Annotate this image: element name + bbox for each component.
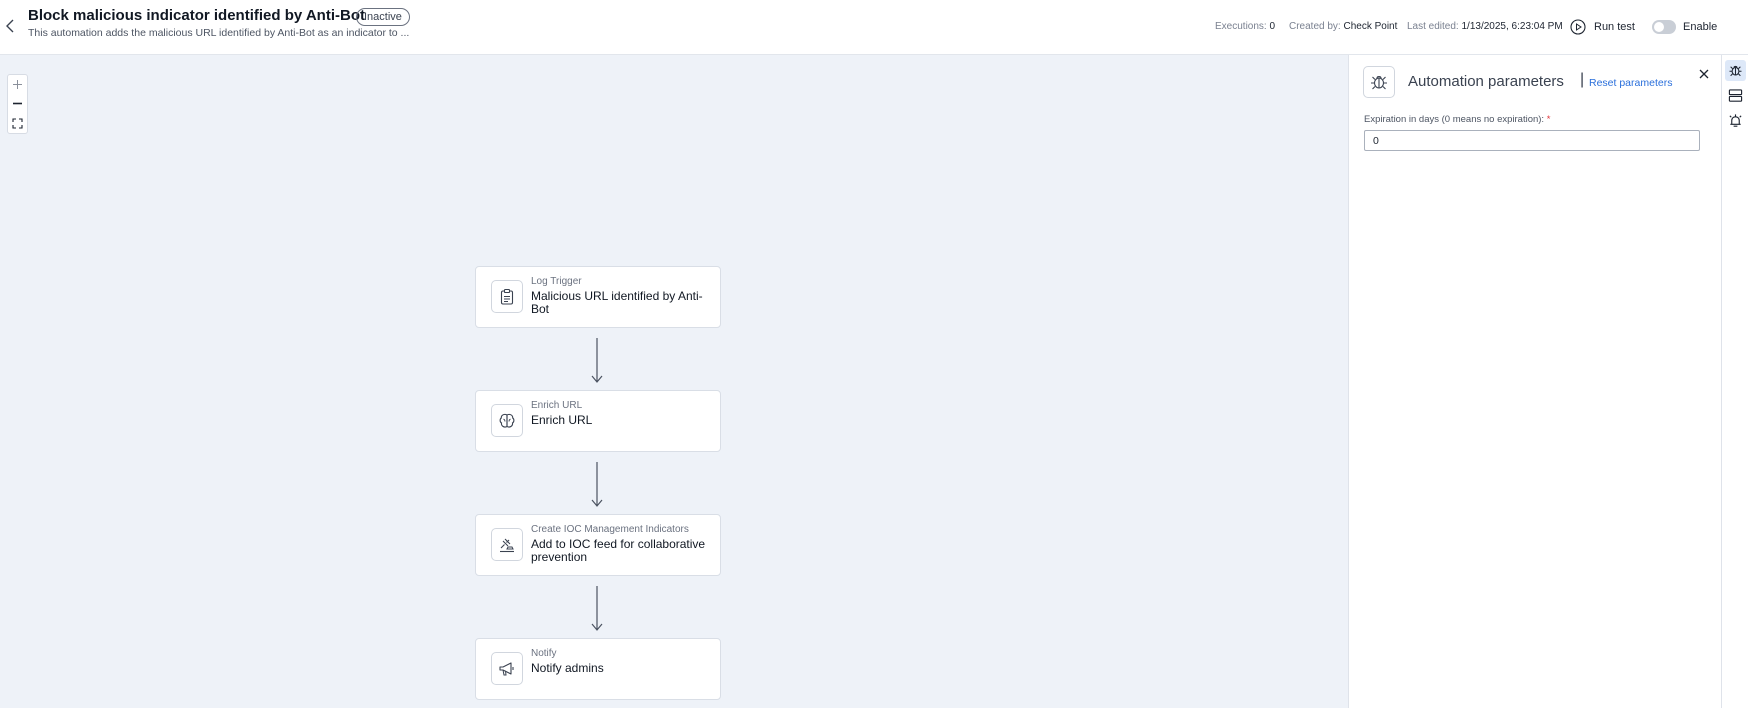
node-label: Add to IOC feed for collaborative preven… [531, 537, 706, 564]
created-by-value: Check Point [1343, 21, 1398, 32]
reset-parameters-link[interactable]: Reset parameters [1589, 77, 1672, 89]
page-header: Block malicious indicator identified by … [0, 0, 1748, 55]
megaphone-icon [499, 661, 514, 675]
panel-icon-box [1363, 66, 1395, 98]
executions-value: 0 [1269, 21, 1276, 32]
automation-parameters-panel: Automation parameters | Reset parameters… [1348, 55, 1721, 708]
workflow-node-notify[interactable]: Notify Notify admins [475, 638, 721, 700]
side-icon-rail [1721, 55, 1748, 708]
gavel-icon [500, 538, 514, 552]
clipboard-icon [500, 288, 514, 305]
node-icon-box [491, 652, 523, 685]
node-icon-box [491, 280, 523, 313]
node-label: Malicious URL identified by Anti-Bot [531, 289, 703, 316]
run-test-button[interactable]: Run test [1570, 18, 1635, 36]
page-subtitle: This automation adds the malicious URL i… [28, 27, 410, 39]
alarm-icon [1729, 114, 1742, 127]
executions-label: Executions: [1215, 21, 1267, 32]
created-by-label: Created by: [1289, 21, 1341, 32]
bug-icon [1371, 76, 1387, 90]
workflow-node-create-ioc[interactable]: Create IOC Management Indicators Add to … [475, 514, 721, 576]
brain-icon [499, 413, 515, 428]
chevron-left-icon [6, 19, 14, 33]
status-badge: Inactive [356, 8, 410, 26]
bug-icon [1729, 65, 1742, 77]
last-edited-value: 1/13/2025, 6:23:04 PM [1461, 21, 1563, 32]
fit-screen-icon [12, 118, 23, 129]
connector-arrow [591, 586, 603, 631]
node-type: Enrich URL [531, 400, 583, 411]
created-by-meta: Created by: Check Point [1289, 21, 1397, 32]
close-icon [1699, 69, 1709, 79]
page-title: Block malicious indicator identified by … [28, 7, 365, 24]
plus-icon [13, 80, 22, 90]
workflow-node-enrich-url[interactable]: Enrich URL Enrich URL [475, 390, 721, 452]
node-type: Log Trigger [531, 276, 582, 287]
connector-arrow [591, 338, 603, 383]
last-edited-meta: Last edited: 1/13/2025, 6:23:04 PM [1407, 21, 1563, 32]
zoom-in-button[interactable] [8, 76, 27, 94]
minus-icon [13, 103, 22, 105]
workflow-node-log-trigger[interactable]: Log Trigger Malicious URL identified by … [475, 266, 721, 328]
run-test-label: Run test [1594, 21, 1635, 33]
fit-view-button[interactable] [8, 114, 27, 132]
rail-alarm-button[interactable] [1725, 110, 1746, 131]
node-type: Create IOC Management Indicators [531, 524, 689, 535]
node-type: Notify [531, 648, 557, 659]
panel-title: Automation parameters [1408, 73, 1564, 90]
zoom-out-button[interactable] [8, 95, 27, 113]
connector-arrow [591, 462, 603, 507]
executions-meta: Executions: 0 [1215, 21, 1275, 32]
layers-icon [1728, 89, 1743, 102]
close-panel-button[interactable] [1696, 66, 1712, 82]
rail-layout-button[interactable] [1725, 85, 1746, 106]
workflow-canvas[interactable]: Log Trigger Malicious URL identified by … [0, 55, 1348, 708]
last-edited-label: Last edited: [1407, 21, 1459, 32]
expiration-label-text: Expiration in days (0 means no expiratio… [1364, 114, 1545, 125]
toggle-switch[interactable] [1652, 20, 1676, 34]
node-icon-box [491, 528, 523, 561]
play-circle-icon [1570, 19, 1586, 35]
enable-label: Enable [1683, 21, 1718, 33]
node-icon-box [491, 404, 523, 437]
title-separator: | [1580, 71, 1585, 88]
zoom-controls [7, 74, 28, 134]
required-mark: * [1546, 114, 1551, 125]
node-label: Notify admins [531, 661, 604, 675]
rail-parameters-button[interactable] [1725, 60, 1746, 81]
expiration-field-label: Expiration in days (0 means no expiratio… [1364, 114, 1550, 125]
back-button[interactable] [2, 15, 22, 37]
node-label: Enrich URL [531, 413, 593, 427]
enable-toggle[interactable]: Enable [1652, 18, 1717, 36]
expiration-days-input[interactable] [1364, 130, 1700, 151]
